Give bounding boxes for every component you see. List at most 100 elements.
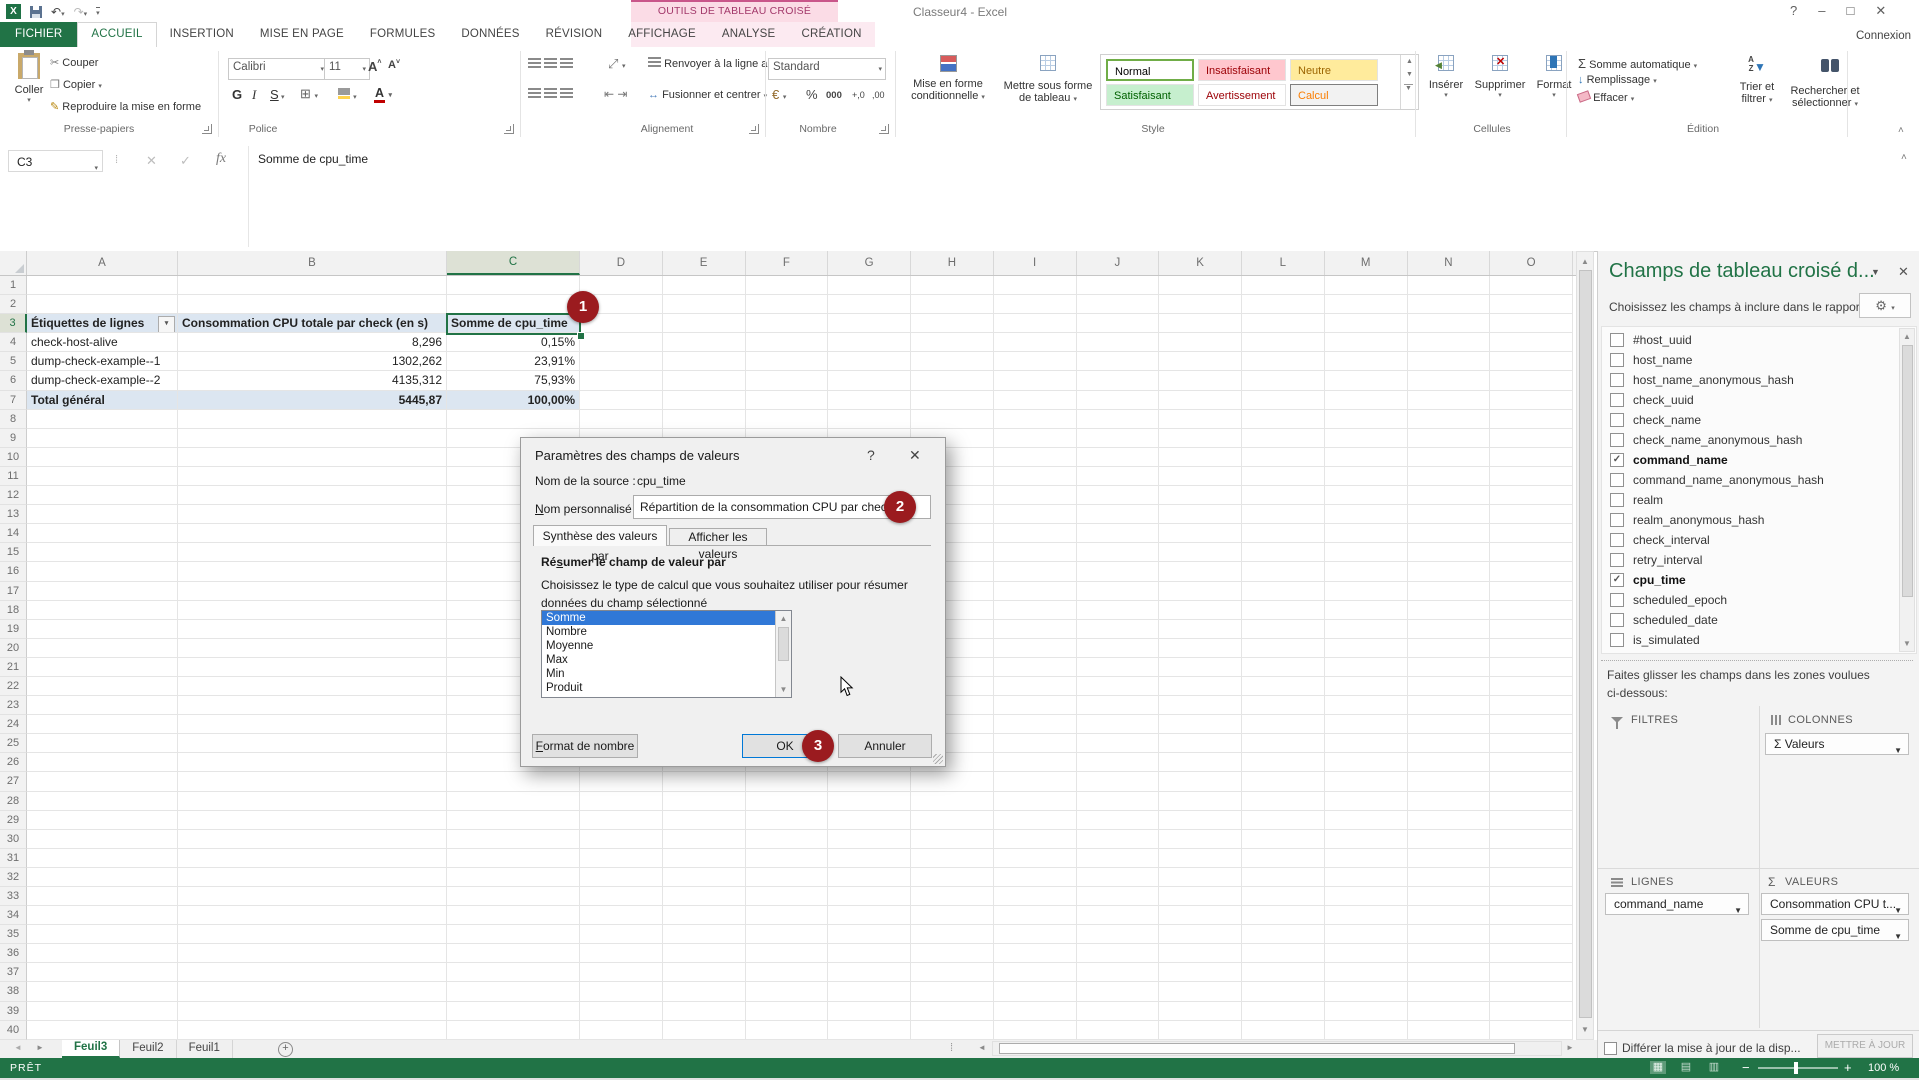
clipboard-dialog-launcher[interactable] [202, 124, 212, 134]
cell-K2[interactable] [1159, 295, 1242, 314]
cell-K3[interactable] [1159, 314, 1242, 333]
cell-H39[interactable] [911, 1002, 994, 1021]
cell-A14[interactable] [27, 524, 178, 543]
row-header-32[interactable]: 32 [0, 868, 27, 887]
conditional-formatting-button[interactable]: Mise en formeconditionnelle ▾ [902, 55, 994, 102]
cell-D32[interactable] [580, 868, 663, 887]
cell-M24[interactable] [1325, 715, 1408, 734]
row-header-24[interactable]: 24 [0, 715, 27, 734]
cell-J35[interactable] [1077, 925, 1160, 944]
cell-K27[interactable] [1159, 772, 1242, 791]
column-header-H[interactable]: H [911, 251, 994, 275]
cell-E2[interactable] [663, 295, 746, 314]
cell-K15[interactable] [1159, 543, 1242, 562]
cell-L13[interactable] [1242, 505, 1325, 524]
cell-M20[interactable] [1325, 639, 1408, 658]
cell-M23[interactable] [1325, 696, 1408, 715]
number-format-combo[interactable]: Standard▾ [768, 58, 886, 80]
field-item-check_interval[interactable]: check_interval [1602, 530, 1916, 550]
cell-K23[interactable] [1159, 696, 1242, 715]
cell-A32[interactable] [27, 868, 178, 887]
cell-H6[interactable] [911, 371, 994, 390]
cell-K20[interactable] [1159, 639, 1242, 658]
cell-A23[interactable] [27, 696, 178, 715]
cell-N19[interactable] [1408, 620, 1491, 639]
cell-L40[interactable] [1242, 1021, 1325, 1040]
field-checkbox[interactable] [1610, 333, 1624, 347]
sheet-nav-left-icon[interactable]: ◄ [14, 1043, 22, 1052]
cell-J14[interactable] [1077, 524, 1160, 543]
cell-A21[interactable] [27, 658, 178, 677]
cell-H32[interactable] [911, 868, 994, 887]
cell-G27[interactable] [828, 772, 911, 791]
underline-button[interactable]: S [270, 87, 279, 102]
cell-J4[interactable] [1077, 333, 1160, 352]
cell-G4[interactable] [828, 333, 911, 352]
cell-C32[interactable] [447, 868, 580, 887]
cell-L2[interactable] [1242, 295, 1325, 314]
cell-G5[interactable] [828, 352, 911, 371]
cell-L16[interactable] [1242, 562, 1325, 581]
cell-H1[interactable] [911, 276, 994, 295]
view-normal-icon[interactable]: ▦ [1650, 1061, 1666, 1074]
cell-A31[interactable] [27, 849, 178, 868]
cell-J24[interactable] [1077, 715, 1160, 734]
customize-qat-button[interactable]: ▾ [96, 7, 100, 17]
cell-C33[interactable] [447, 887, 580, 906]
cell-I13[interactable] [994, 505, 1077, 524]
cell-H38[interactable] [911, 982, 994, 1001]
cell-E29[interactable] [663, 811, 746, 830]
cell-L37[interactable] [1242, 963, 1325, 982]
cell-G37[interactable] [828, 963, 911, 982]
cell-A16[interactable] [27, 562, 178, 581]
row-header-29[interactable]: 29 [0, 811, 27, 830]
cell-O18[interactable] [1490, 601, 1573, 620]
cell-A36[interactable] [27, 944, 178, 963]
cell-J29[interactable] [1077, 811, 1160, 830]
cell-J11[interactable] [1077, 467, 1160, 486]
cell-G3[interactable] [828, 314, 911, 333]
cell-N2[interactable] [1408, 295, 1491, 314]
cell-C2[interactable] [447, 295, 580, 314]
pane-close-icon[interactable]: ✕ [1898, 264, 1909, 280]
cell-J1[interactable] [1077, 276, 1160, 295]
zoom-slider-track[interactable] [1758, 1067, 1838, 1069]
field-item-check_uuid[interactable]: check_uuid [1602, 390, 1916, 410]
column-header-B[interactable]: B [178, 251, 447, 275]
field-item-is_simulated[interactable]: is_simulated [1602, 630, 1916, 650]
cell-I20[interactable] [994, 639, 1077, 658]
cell-B18[interactable] [178, 601, 447, 620]
cell-K39[interactable] [1159, 1002, 1242, 1021]
cell-B4[interactable]: 8,296 [178, 333, 447, 352]
cell-N20[interactable] [1408, 639, 1491, 658]
cell-I4[interactable] [994, 333, 1077, 352]
cell-J2[interactable] [1077, 295, 1160, 314]
cell-G31[interactable] [828, 849, 911, 868]
cell-M14[interactable] [1325, 524, 1408, 543]
cell-G36[interactable] [828, 944, 911, 963]
cell-A3[interactable]: Étiquettes de lignes▾ [27, 314, 178, 333]
cell-B33[interactable] [178, 887, 447, 906]
summary-option-somme[interactable]: Somme [542, 611, 791, 625]
cell-A35[interactable] [27, 925, 178, 944]
cell-N9[interactable] [1408, 429, 1491, 448]
row-header-30[interactable]: 30 [0, 830, 27, 849]
cell-I31[interactable] [994, 849, 1077, 868]
undo-button[interactable]: ↶▾ [51, 5, 65, 19]
cell-N17[interactable] [1408, 582, 1491, 601]
cell-G29[interactable] [828, 811, 911, 830]
cell-C37[interactable] [447, 963, 580, 982]
cell-I37[interactable] [994, 963, 1077, 982]
cell-C39[interactable] [447, 1002, 580, 1021]
copy-button[interactable]: ❐ Copier ▾ [50, 78, 102, 91]
cell-C27[interactable] [447, 772, 580, 791]
cell-M7[interactable] [1325, 391, 1408, 410]
column-header-G[interactable]: G [828, 251, 911, 275]
cell-L34[interactable] [1242, 906, 1325, 925]
number-format-button[interactable]: Format de nombre [532, 734, 638, 758]
cell-O40[interactable] [1490, 1021, 1573, 1040]
row-header-34[interactable]: 34 [0, 906, 27, 925]
maximize-button[interactable]: □ [1846, 3, 1854, 19]
cell-O26[interactable] [1490, 753, 1573, 772]
cell-L29[interactable] [1242, 811, 1325, 830]
